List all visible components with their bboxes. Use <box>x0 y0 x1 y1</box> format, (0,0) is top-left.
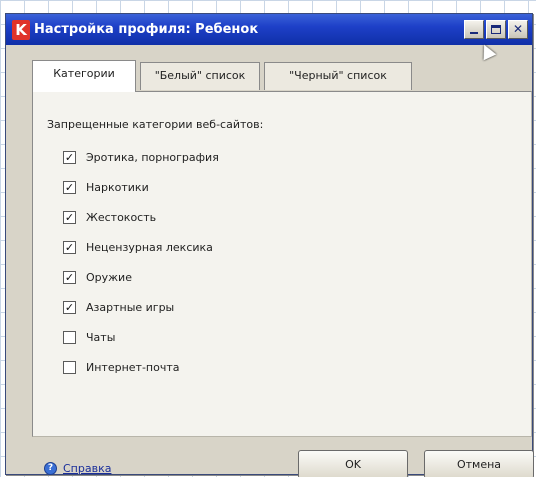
category-checkbox[interactable]: ✓ <box>63 181 76 194</box>
categories-panel: Запрещенные категории веб-сайтов: ✓ Эрот… <box>32 91 532 437</box>
maximize-button[interactable] <box>486 20 506 39</box>
tab-black-list[interactable]: "Черный" список <box>264 62 412 90</box>
category-label: Жестокость <box>86 211 157 224</box>
category-checkbox[interactable] <box>63 331 76 344</box>
category-label: Нецензурная лексика <box>86 241 213 254</box>
category-label: Интернет-почта <box>86 361 180 374</box>
help-link-group[interactable]: ? Справка <box>44 458 111 477</box>
category-label: Чаты <box>86 331 116 344</box>
category-label: Оружие <box>86 271 132 284</box>
tab-white-list[interactable]: "Белый" список <box>140 62 260 90</box>
category-checkbox[interactable]: ✓ <box>63 241 76 254</box>
minimize-button[interactable] <box>464 20 484 39</box>
kaspersky-k-icon: K <box>12 20 30 40</box>
category-checkbox[interactable]: ✓ <box>63 211 76 224</box>
window-title: Настройка профиля: Ребенок <box>34 22 259 37</box>
category-checkbox[interactable]: ✓ <box>63 271 76 284</box>
category-label: Наркотики <box>86 181 149 194</box>
maximize-icon <box>491 25 501 34</box>
forbidden-categories-label: Запрещенные категории веб-сайтов: <box>47 118 264 131</box>
category-checkbox[interactable]: ✓ <box>63 301 76 314</box>
tab-categories[interactable]: Категории <box>32 60 136 92</box>
profile-settings-dialog: K Настройка профиля: Ребенок ✕ Категории… <box>5 13 534 477</box>
ok-button[interactable]: OK <box>298 450 408 477</box>
minimize-icon <box>470 32 478 34</box>
help-link[interactable]: Справка <box>63 462 111 475</box>
cancel-button[interactable]: Отмена <box>424 450 534 477</box>
close-button[interactable]: ✕ <box>508 20 528 39</box>
category-checkbox[interactable] <box>63 361 76 374</box>
title-bar[interactable]: K Настройка профиля: Ребенок ✕ <box>6 14 532 45</box>
category-label: Эротика, порнография <box>86 151 219 164</box>
category-label: Азартные игры <box>86 301 175 314</box>
close-icon: ✕ <box>512 22 524 36</box>
category-checkbox[interactable]: ✓ <box>63 151 76 164</box>
help-question-icon: ? <box>44 462 57 475</box>
